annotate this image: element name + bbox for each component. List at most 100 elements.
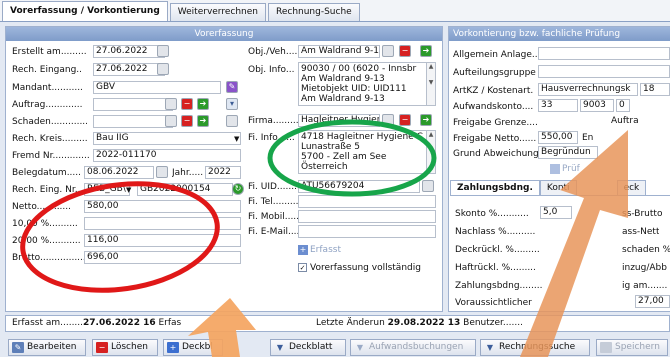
obj-veh-field[interactable]: Am Waldrand 9-1: (298, 45, 380, 58)
belegdatum-field[interactable]: 08.06.2022 (84, 166, 154, 179)
lookup-icon[interactable] (165, 98, 177, 110)
deckblatt-button[interactable]: ▼ Deckblatt (270, 339, 346, 356)
calendar-icon[interactable] (156, 166, 168, 178)
vollstaendig-checkbox-row[interactable]: ✓ Vorerfassung vollständig (298, 261, 421, 274)
delete-icon: − (96, 342, 108, 353)
rech-kreis-select[interactable]: Bau IIG (93, 132, 241, 145)
checkbox-checked[interactable]: ✓ (298, 263, 307, 272)
ust10-field[interactable] (84, 217, 241, 230)
mandant-field[interactable]: GBV (93, 81, 221, 94)
speichern-label: Speichern (615, 342, 660, 352)
aufwandskonto-index-field[interactable]: 0 (616, 99, 630, 112)
vorkontierung-title: Vorkontierung bzw. fachliche Prüfung (449, 27, 670, 41)
fi-mobil-label: Fi. Mobil...... (248, 211, 302, 222)
einzug-label: inzug/Abb (622, 262, 667, 273)
go-arrow-icon[interactable] (422, 180, 434, 192)
erfasst-button[interactable]: + Erfasst (298, 243, 341, 256)
pruef-button[interactable]: Prüf (550, 162, 580, 175)
ust20-field[interactable]: 116,00 (84, 234, 241, 247)
scrollbar[interactable]: ▲ ▼ (426, 131, 435, 173)
delete-icon[interactable]: − (399, 45, 411, 57)
jahr-field[interactable]: 2022 (205, 166, 241, 179)
go-arrow-icon[interactable]: ➔ (420, 45, 432, 57)
schaden-field[interactable] (93, 115, 173, 128)
edit-icon: ✎ (12, 342, 24, 353)
plus-icon (550, 163, 560, 174)
document-icon[interactable] (226, 115, 238, 127)
belegdatum-label: Belegdatum..... (12, 167, 81, 178)
delete-icon[interactable]: − (399, 114, 411, 126)
freigabe-netto-field[interactable]: 550,00 (538, 131, 578, 144)
erfasst-suffix: Erfas (158, 318, 182, 328)
calendar-icon[interactable] (157, 63, 169, 75)
tab-vorerfassung[interactable]: Vorerfassung / Vorkontierung (2, 1, 168, 21)
rech-eingang-field[interactable]: 27.06.2022 (93, 63, 165, 76)
rechnungssuche-button[interactable]: ▼ Rechnungssuche (480, 339, 590, 356)
rech-eing-nr-select[interactable]: REB_GB\ (84, 183, 130, 196)
plus-icon: + (298, 244, 308, 255)
auftrag-label: Auftrag............. (12, 99, 83, 110)
aufteilung-field[interactable] (538, 65, 670, 78)
skonto-field[interactable]: 5,0 (540, 206, 572, 219)
letzte-suffix: Benutzer....... (463, 318, 523, 328)
subtab-konti[interactable]: Konti (539, 180, 577, 195)
auftrag-field[interactable] (93, 98, 173, 111)
artkz-select[interactable]: Hausverrechnungsk (538, 83, 638, 96)
artkz-code-field[interactable]: 18 (640, 83, 670, 96)
freigabe-grenze-label: Freigabe Grenze.... (453, 117, 538, 128)
chevron-down-icon: ▼ (276, 343, 284, 352)
fremd-nr-field[interactable]: 2022-011170 (93, 149, 241, 162)
scrollbar[interactable]: ▲ ▼ (426, 63, 435, 105)
calendar-icon[interactable] (157, 45, 169, 57)
chevron-down-icon[interactable]: ▼ (126, 183, 131, 196)
erstellt-field[interactable]: 27.06.2022 (93, 45, 165, 58)
chevron-down-icon: ▼ (486, 343, 494, 352)
delete-icon[interactable]: − (181, 98, 193, 110)
refresh-icon[interactable]: ↻ (232, 183, 244, 195)
fi-email-field[interactable] (298, 225, 436, 238)
go-arrow-icon[interactable]: ➔ (197, 98, 209, 110)
status-bar: Erfasst am........27.06.2022 16 Erfas Le… (5, 315, 670, 332)
fi-mobil-field[interactable] (298, 210, 436, 223)
zahlung-subtabs: Zahlungsbdng. Konti eck (450, 180, 670, 196)
pruef-button-label: Prüf (562, 163, 580, 174)
go-arrow-icon[interactable]: ➔ (197, 115, 209, 127)
delete-icon[interactable]: − (181, 115, 193, 127)
rech-eing-nr-field[interactable]: GB2022000154 (137, 183, 233, 196)
subtab-zahlungsbdng[interactable]: Zahlungsbdng. (450, 180, 540, 195)
go-arrow-icon[interactable]: ➔ (420, 114, 432, 126)
fi-info-textarea[interactable]: 4718 Hagleitner Hygiene C Lunastraße 5 5… (298, 130, 436, 174)
freigabe-grenze-value: Auftra (538, 115, 670, 128)
lookup-icon[interactable] (382, 45, 394, 57)
tab-weiterverrechnen[interactable]: Weiterverrechnen (169, 3, 266, 21)
deckblatt-add-label: Deckbl (182, 342, 213, 352)
subtab-eck[interactable]: eck (616, 180, 647, 195)
firma-field[interactable]: Hagleitner Hygiene (298, 114, 380, 127)
fi-uid-field[interactable]: ATU56679204 (298, 180, 420, 193)
brutto-field[interactable]: 696,00 (84, 251, 241, 264)
aufwandsbuchungen-button[interactable]: ▼ Aufwandsbuchungen (350, 339, 476, 356)
rech-eingang-label: Rech. Eingang.. (12, 64, 83, 75)
edit-icon[interactable]: ✎ (226, 81, 238, 93)
voraussichtlich-field[interactable]: 27,00 (635, 295, 670, 308)
bearbeiten-button[interactable]: ✎ Bearbeiten (8, 339, 86, 356)
lookup-icon[interactable] (382, 114, 394, 126)
obj-veh-label: Obj./Veh.... (248, 46, 298, 57)
voraussichtlich-label: Voraussichtlicher (455, 297, 532, 308)
aufwandskonto-field[interactable]: 33 (538, 99, 578, 112)
dropdown-icon[interactable]: ▾ (226, 98, 238, 110)
auftra-text: Auftra (611, 116, 639, 126)
grund-select[interactable]: Begründun (538, 146, 598, 159)
allgemein-field[interactable] (538, 47, 670, 60)
aufwandskonto-sub-field[interactable]: 9003 (580, 99, 614, 112)
erfasst-button-label: Erfasst (310, 244, 341, 255)
speichern-button[interactable]: Speichern (596, 339, 668, 356)
loeschen-button[interactable]: − Löschen (92, 339, 158, 356)
netto-field[interactable]: 580,00 (84, 200, 241, 213)
tab-rechnung-suche[interactable]: Rechnung-Suche (267, 3, 360, 21)
chevron-down-icon[interactable]: ▼ (234, 132, 239, 145)
lookup-icon[interactable] (165, 115, 177, 127)
fi-tel-field[interactable] (298, 195, 436, 208)
deckblatt-add-button[interactable]: + Deckbl (163, 339, 223, 356)
obj-info-textarea[interactable]: 90030 / 00 (6020 - Innsbr Am Waldrand 9-… (298, 62, 436, 106)
